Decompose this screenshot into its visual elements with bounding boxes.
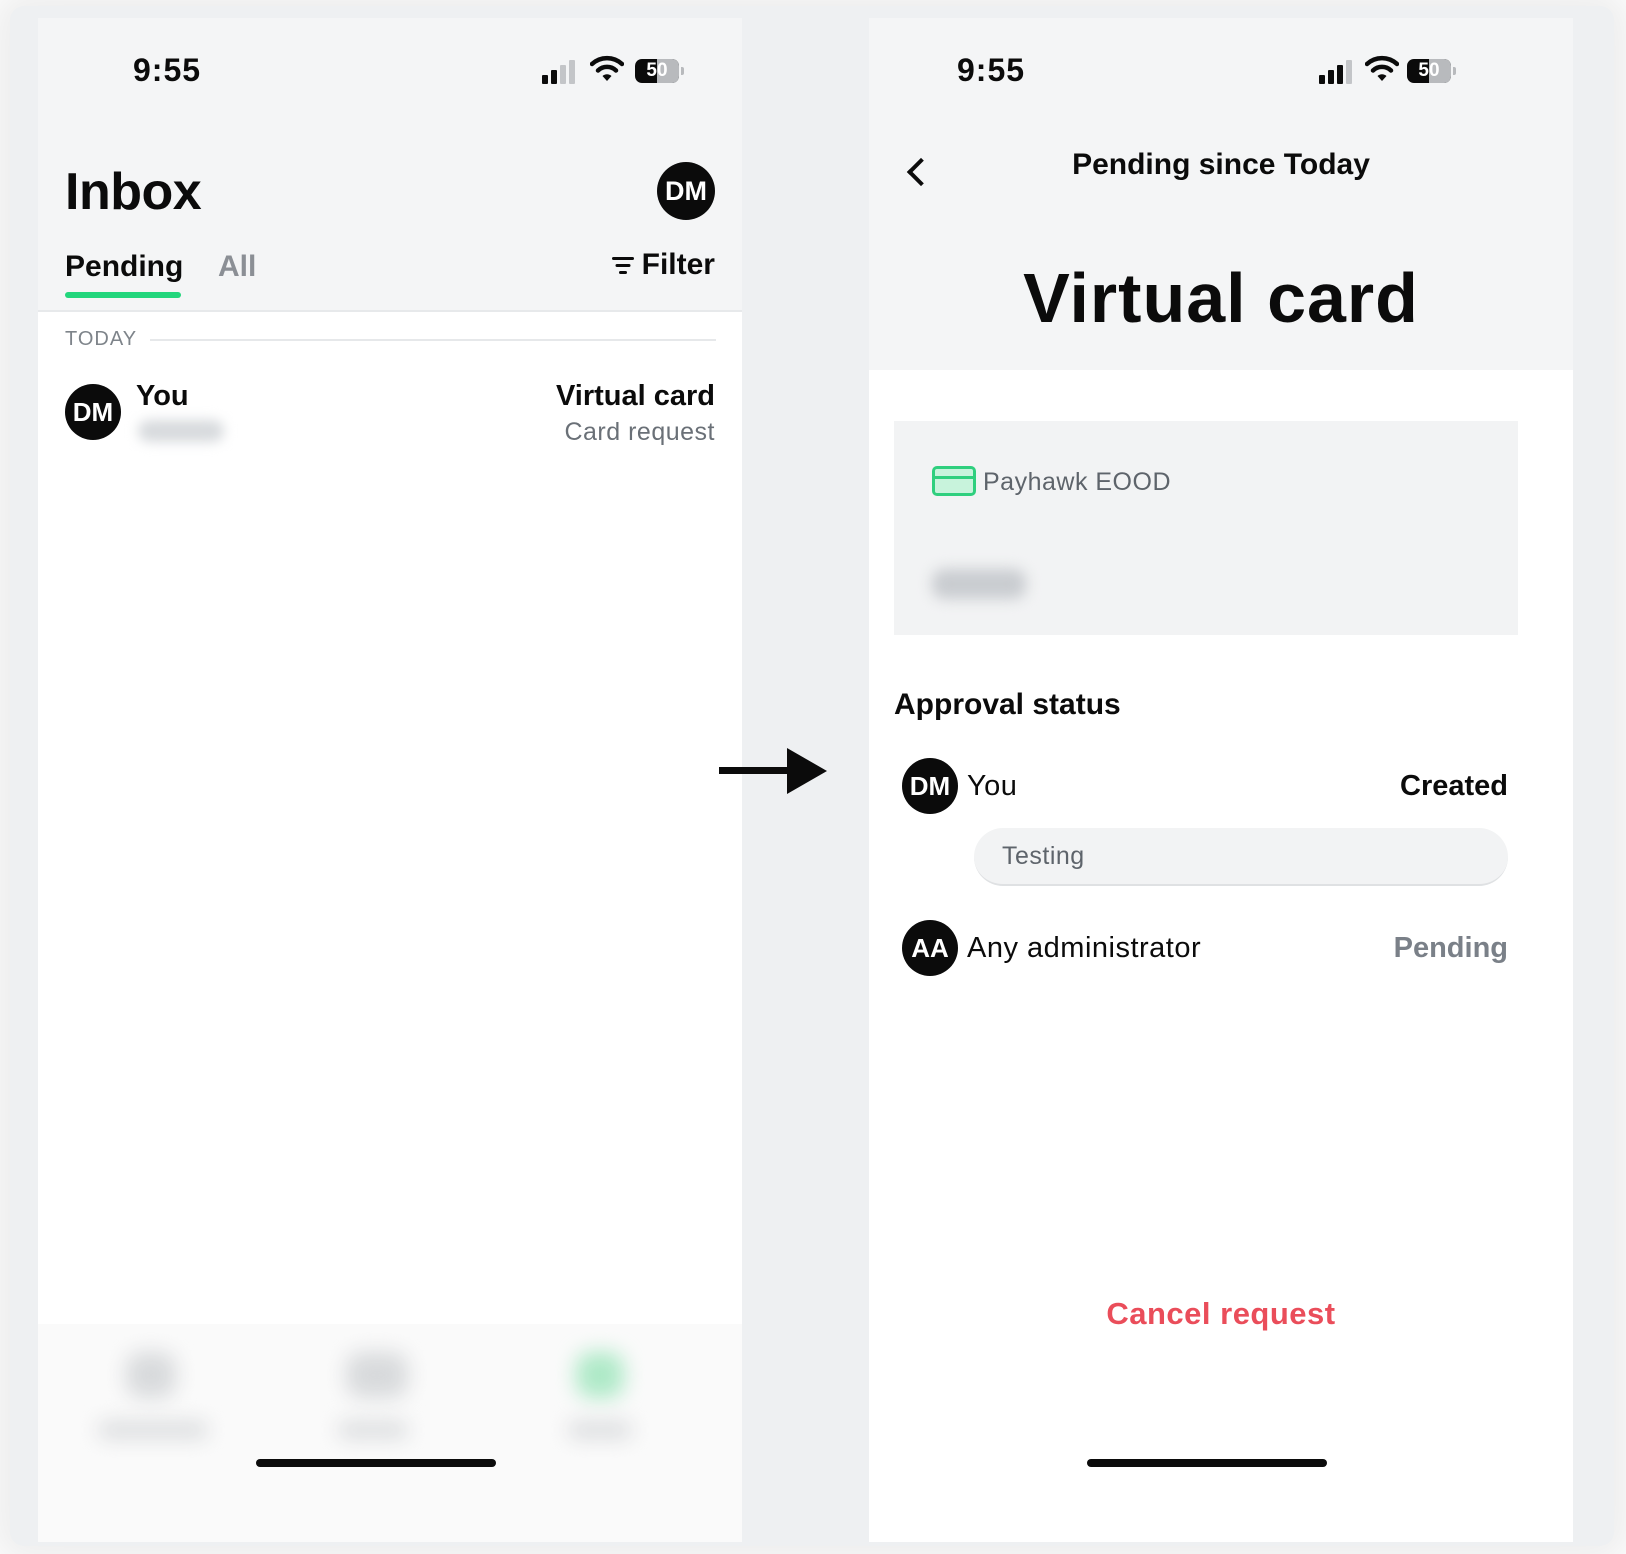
avatar: AA	[902, 920, 958, 976]
filter-icon	[611, 255, 634, 275]
status-badge: Pending	[1393, 932, 1508, 964]
company-name: Payhawk EOOD	[983, 468, 1172, 496]
home-indicator	[1087, 1459, 1327, 1467]
avatar: DM	[902, 758, 958, 814]
approver-row: AA Any administrator Pending	[894, 920, 1518, 980]
blurred-tab-icon[interactable]	[346, 1352, 408, 1398]
blurred-description	[932, 569, 1026, 599]
flow-arrow-icon	[719, 748, 829, 794]
credit-card-icon	[932, 466, 976, 496]
request-detail-screen: 9:55 50 Pending since Today Virtual card…	[869, 18, 1573, 1542]
approval-status-heading: Approval status	[894, 688, 1121, 721]
card-summary: Payhawk EOOD	[894, 421, 1518, 635]
page-title: Virtual card	[1023, 259, 1419, 337]
wifi-icon	[590, 55, 624, 81]
request-subtitle: Card request	[564, 418, 715, 446]
battery-percent: 50	[1418, 60, 1440, 81]
section-divider	[150, 339, 716, 341]
status-time: 9:55	[957, 52, 1026, 88]
battery-tip	[681, 67, 684, 75]
status-bar: 9:55 50	[38, 18, 742, 138]
blurred-description	[138, 420, 224, 442]
filter-label: Filter	[641, 248, 715, 281]
blurred-tab-label	[568, 1422, 632, 1438]
active-tab-indicator	[65, 292, 181, 298]
blurred-tab-label	[98, 1422, 208, 1438]
comment-bubble: Testing	[974, 828, 1508, 886]
cancel-request-button[interactable]: Cancel request	[869, 1296, 1573, 1332]
pending-since-label: Pending since Today	[1072, 148, 1370, 181]
battery-icon: 50	[635, 59, 679, 83]
inbox-screen: 9:55 50 Inbox DM Pending All Filter TODA…	[38, 18, 742, 1542]
requester-name: You	[136, 380, 189, 412]
battery-icon: 50	[1407, 59, 1451, 83]
list-item[interactable]: DM You Virtual card Card request	[38, 368, 742, 464]
blurred-tab-icon-active[interactable]	[576, 1352, 624, 1398]
page-title: Inbox	[65, 163, 202, 221]
status-time: 9:55	[133, 52, 202, 88]
signal-icon	[542, 58, 578, 84]
wifi-icon	[1365, 55, 1399, 81]
approver-name: Any administrator	[967, 932, 1202, 964]
blurred-tab-label	[338, 1422, 408, 1438]
approver-name: You	[967, 770, 1018, 802]
status-badge: Created	[1400, 770, 1508, 802]
signal-icon	[1319, 58, 1355, 84]
section-label-today: TODAY	[65, 328, 138, 350]
approver-row: DM You Created	[894, 758, 1518, 818]
request-type: Virtual card	[555, 380, 715, 412]
tab-all[interactable]: All	[218, 250, 256, 284]
blurred-tab-icon[interactable]	[126, 1352, 176, 1398]
battery-percent: 50	[646, 60, 668, 81]
profile-avatar[interactable]: DM	[657, 162, 715, 220]
battery-tip	[1453, 67, 1456, 75]
tab-pending[interactable]: Pending	[65, 250, 183, 284]
bottom-tab-bar	[38, 1324, 742, 1542]
home-indicator	[256, 1459, 496, 1467]
detail-header: Pending since Today Virtual card	[869, 118, 1573, 370]
avatar: DM	[65, 384, 121, 440]
inbox-header: Inbox DM Pending All Filter	[38, 138, 742, 312]
status-bar: 9:55 50	[869, 18, 1573, 118]
filter-button[interactable]: Filter	[611, 248, 715, 282]
